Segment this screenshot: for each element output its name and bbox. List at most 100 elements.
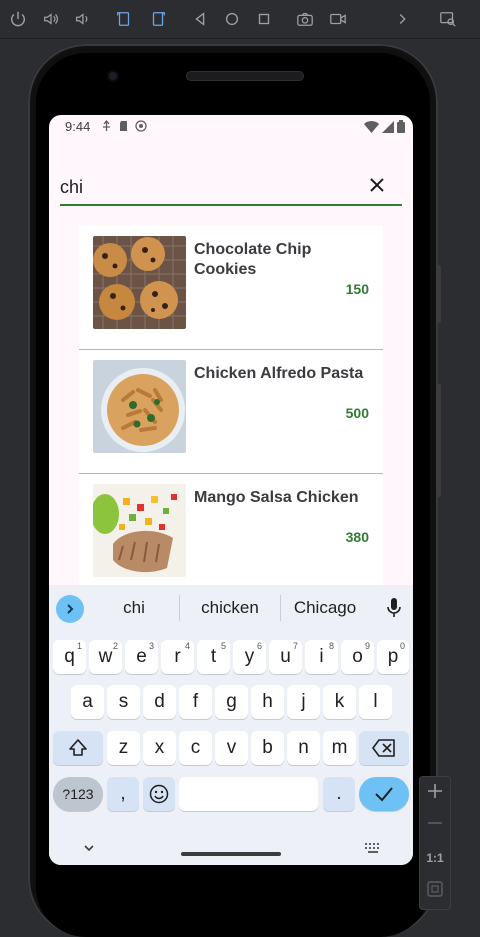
clear-search-button[interactable] [366,174,388,196]
key-m[interactable]: m [323,731,356,765]
overview-icon[interactable] [254,9,274,29]
key-i[interactable]: i8 [305,640,338,674]
key-label: q [64,646,75,667]
signal-icon [382,120,394,133]
key-x[interactable]: x [143,731,176,765]
key-b[interactable]: b [251,731,284,765]
home-icon[interactable] [222,9,242,29]
wifi-icon [364,120,379,133]
key-l[interactable]: l [359,685,392,719]
recipe-card[interactable]: Chicken Alfredo Pasta 500 [79,350,383,474]
recipe-image-mango-chicken [93,484,186,577]
phone-side-key [436,384,441,497]
usb-debug-icon [103,120,110,131]
key-n[interactable]: n [287,731,320,765]
chevron-down-icon[interactable] [82,843,96,853]
recipe-image-pasta [93,360,186,453]
key-q[interactable]: q1 [53,640,86,674]
recipe-calories: 500 [345,405,369,421]
period-key[interactable]: . [323,777,355,811]
recipe-title: Mango Salsa Chicken [194,489,359,506]
comma-key[interactable]: , [107,777,139,811]
plus-icon [428,784,442,798]
key-k[interactable]: k [323,685,356,719]
emoji-key[interactable] [143,777,175,811]
key-z[interactable]: z [107,731,140,765]
key-a[interactable]: a [71,685,104,719]
emoji-icon [149,784,169,804]
recipe-list[interactable]: Chocolate Chip Cookies 150 Chicken Alfre… [79,226,383,598]
space-key[interactable] [179,777,318,811]
search-input[interactable] [60,174,350,200]
zoom-actual-size-button[interactable]: 1:1 [420,851,450,865]
soft-keyboard: chi chicken Chicago q1 w2 e3 r4 t5 y6 u7… [49,585,413,865]
key-e[interactable]: e3 [125,640,158,674]
suggestion-chicken[interactable]: chicken [189,598,271,618]
recipe-card[interactable]: Mango Salsa Chicken 380 [79,474,383,598]
zoom-in-button[interactable] [420,783,450,802]
close-icon [370,178,384,192]
rotate-right-icon[interactable] [148,9,168,29]
home-gesture-bar[interactable] [181,852,281,856]
key-hint: 0 [399,641,405,651]
camera-icon[interactable] [295,9,315,29]
key-h[interactable]: h [251,685,284,719]
emulator-toolbar [0,0,480,39]
screen-record-icon[interactable] [328,9,348,29]
checkmark-icon [375,787,393,802]
suggestion-chicago[interactable]: Chicago [287,598,363,618]
key-v[interactable]: v [215,731,248,765]
key-c[interactable]: c [179,731,212,765]
suggestion-chi[interactable]: chi [109,598,159,618]
chevron-right-icon[interactable] [392,9,412,29]
key-label: t [210,646,217,667]
voice-input-button[interactable] [387,598,401,623]
key-f[interactable]: f [179,685,212,719]
front-camera-icon [107,70,119,82]
privacy-icon [135,120,147,132]
device-inspect-icon[interactable] [438,9,458,29]
key-g[interactable]: g [215,685,248,719]
recipe-calories: 150 [345,281,369,297]
zoom-out-button[interactable] [420,815,450,834]
volume-down-icon[interactable] [72,9,92,29]
suggestion-divider [280,595,281,621]
key-j[interactable]: j [287,685,320,719]
keyboard-switch-icon[interactable] [365,843,381,853]
phone-speaker [186,71,304,81]
key-p[interactable]: p0 [377,640,409,674]
phone-side-key [436,265,441,323]
key-label: r [174,646,181,667]
status-time: 9:44 [65,119,91,134]
back-icon[interactable] [190,9,210,29]
key-d[interactable]: d [143,685,176,719]
key-label: w [98,646,113,667]
key-label: i [319,646,324,667]
power-icon[interactable] [8,9,28,29]
recipe-card[interactable]: Chocolate Chip Cookies 150 [79,226,383,350]
key-u[interactable]: u7 [269,640,302,674]
key-s[interactable]: s [107,685,140,719]
key-hint: 9 [364,641,370,651]
key-r[interactable]: r4 [161,640,194,674]
shift-icon [69,739,87,756]
rotate-left-icon[interactable] [114,9,134,29]
key-hint: 8 [328,641,334,651]
key-o[interactable]: o9 [341,640,374,674]
recipe-title: Chicken Alfredo Pasta [194,365,364,382]
zoom-fit-button[interactable] [420,881,450,900]
enter-key[interactable] [359,777,409,811]
key-y[interactable]: y6 [233,640,266,674]
suggestion-expand-button[interactable] [56,595,84,623]
suggestion-divider [179,595,180,621]
key-hint: 2 [112,641,118,651]
backspace-key[interactable] [359,731,409,765]
volume-up-icon[interactable] [41,9,61,29]
recipe-calories: 380 [345,529,369,545]
sd-card-icon [120,121,127,131]
symbols-key[interactable]: ?123 [53,777,103,811]
key-t[interactable]: t5 [197,640,230,674]
key-w[interactable]: w2 [89,640,122,674]
shift-key[interactable] [53,731,103,765]
key-hint: 4 [184,641,190,651]
